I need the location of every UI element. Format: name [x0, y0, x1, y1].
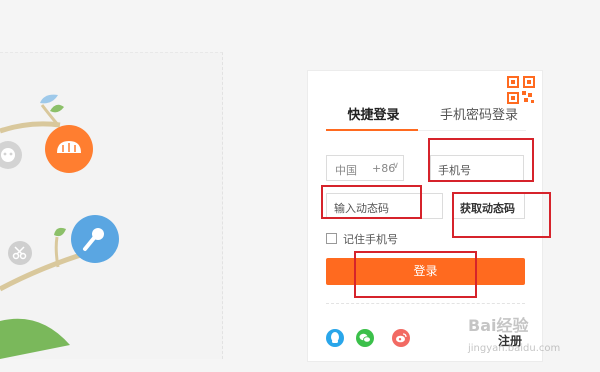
microphone-icon	[71, 215, 119, 263]
watermark-suffix: 经验	[496, 316, 529, 335]
chevron-down-icon: ∨	[392, 161, 399, 171]
weibo-icon	[396, 333, 407, 343]
remember-phone-checkbox[interactable]: 记住手机号	[326, 231, 398, 247]
qq-login-button[interactable]	[326, 329, 344, 347]
checkbox-box[interactable]	[326, 233, 337, 244]
tab-password-login[interactable]: 手机密码登录	[440, 105, 518, 129]
country-code-select[interactable]: 中国 +86 ∨	[326, 155, 404, 181]
illustration-panel	[0, 52, 223, 359]
active-tab-indicator	[326, 129, 418, 131]
remember-phone-label: 记住手机号	[343, 233, 398, 246]
qq-icon	[331, 332, 339, 343]
country-name: 中国	[335, 164, 357, 177]
annotation-box-login	[354, 251, 477, 298]
social-divider	[326, 303, 525, 304]
annotation-box-phone	[428, 138, 534, 182]
watermark-domain: jingyan.baidu.com	[468, 343, 561, 354]
wechat-icon	[359, 333, 371, 343]
scissors-icon	[8, 241, 32, 265]
annotation-box-sms-code	[321, 185, 422, 219]
watermark-brand: Bai	[468, 316, 497, 335]
weibo-login-button[interactable]	[392, 329, 410, 347]
tab-quick-login[interactable]: 快捷登录	[326, 105, 421, 129]
watermark: Bai经验 jingyan.baidu.com	[468, 312, 560, 355]
annotation-box-get-code	[452, 192, 551, 238]
bread-icon	[45, 125, 93, 173]
mask-icon	[0, 141, 22, 169]
wechat-login-button[interactable]	[356, 329, 374, 347]
login-tabs: 快捷登录 手机密码登录	[326, 105, 526, 131]
qr-code-icon[interactable]	[506, 75, 536, 105]
